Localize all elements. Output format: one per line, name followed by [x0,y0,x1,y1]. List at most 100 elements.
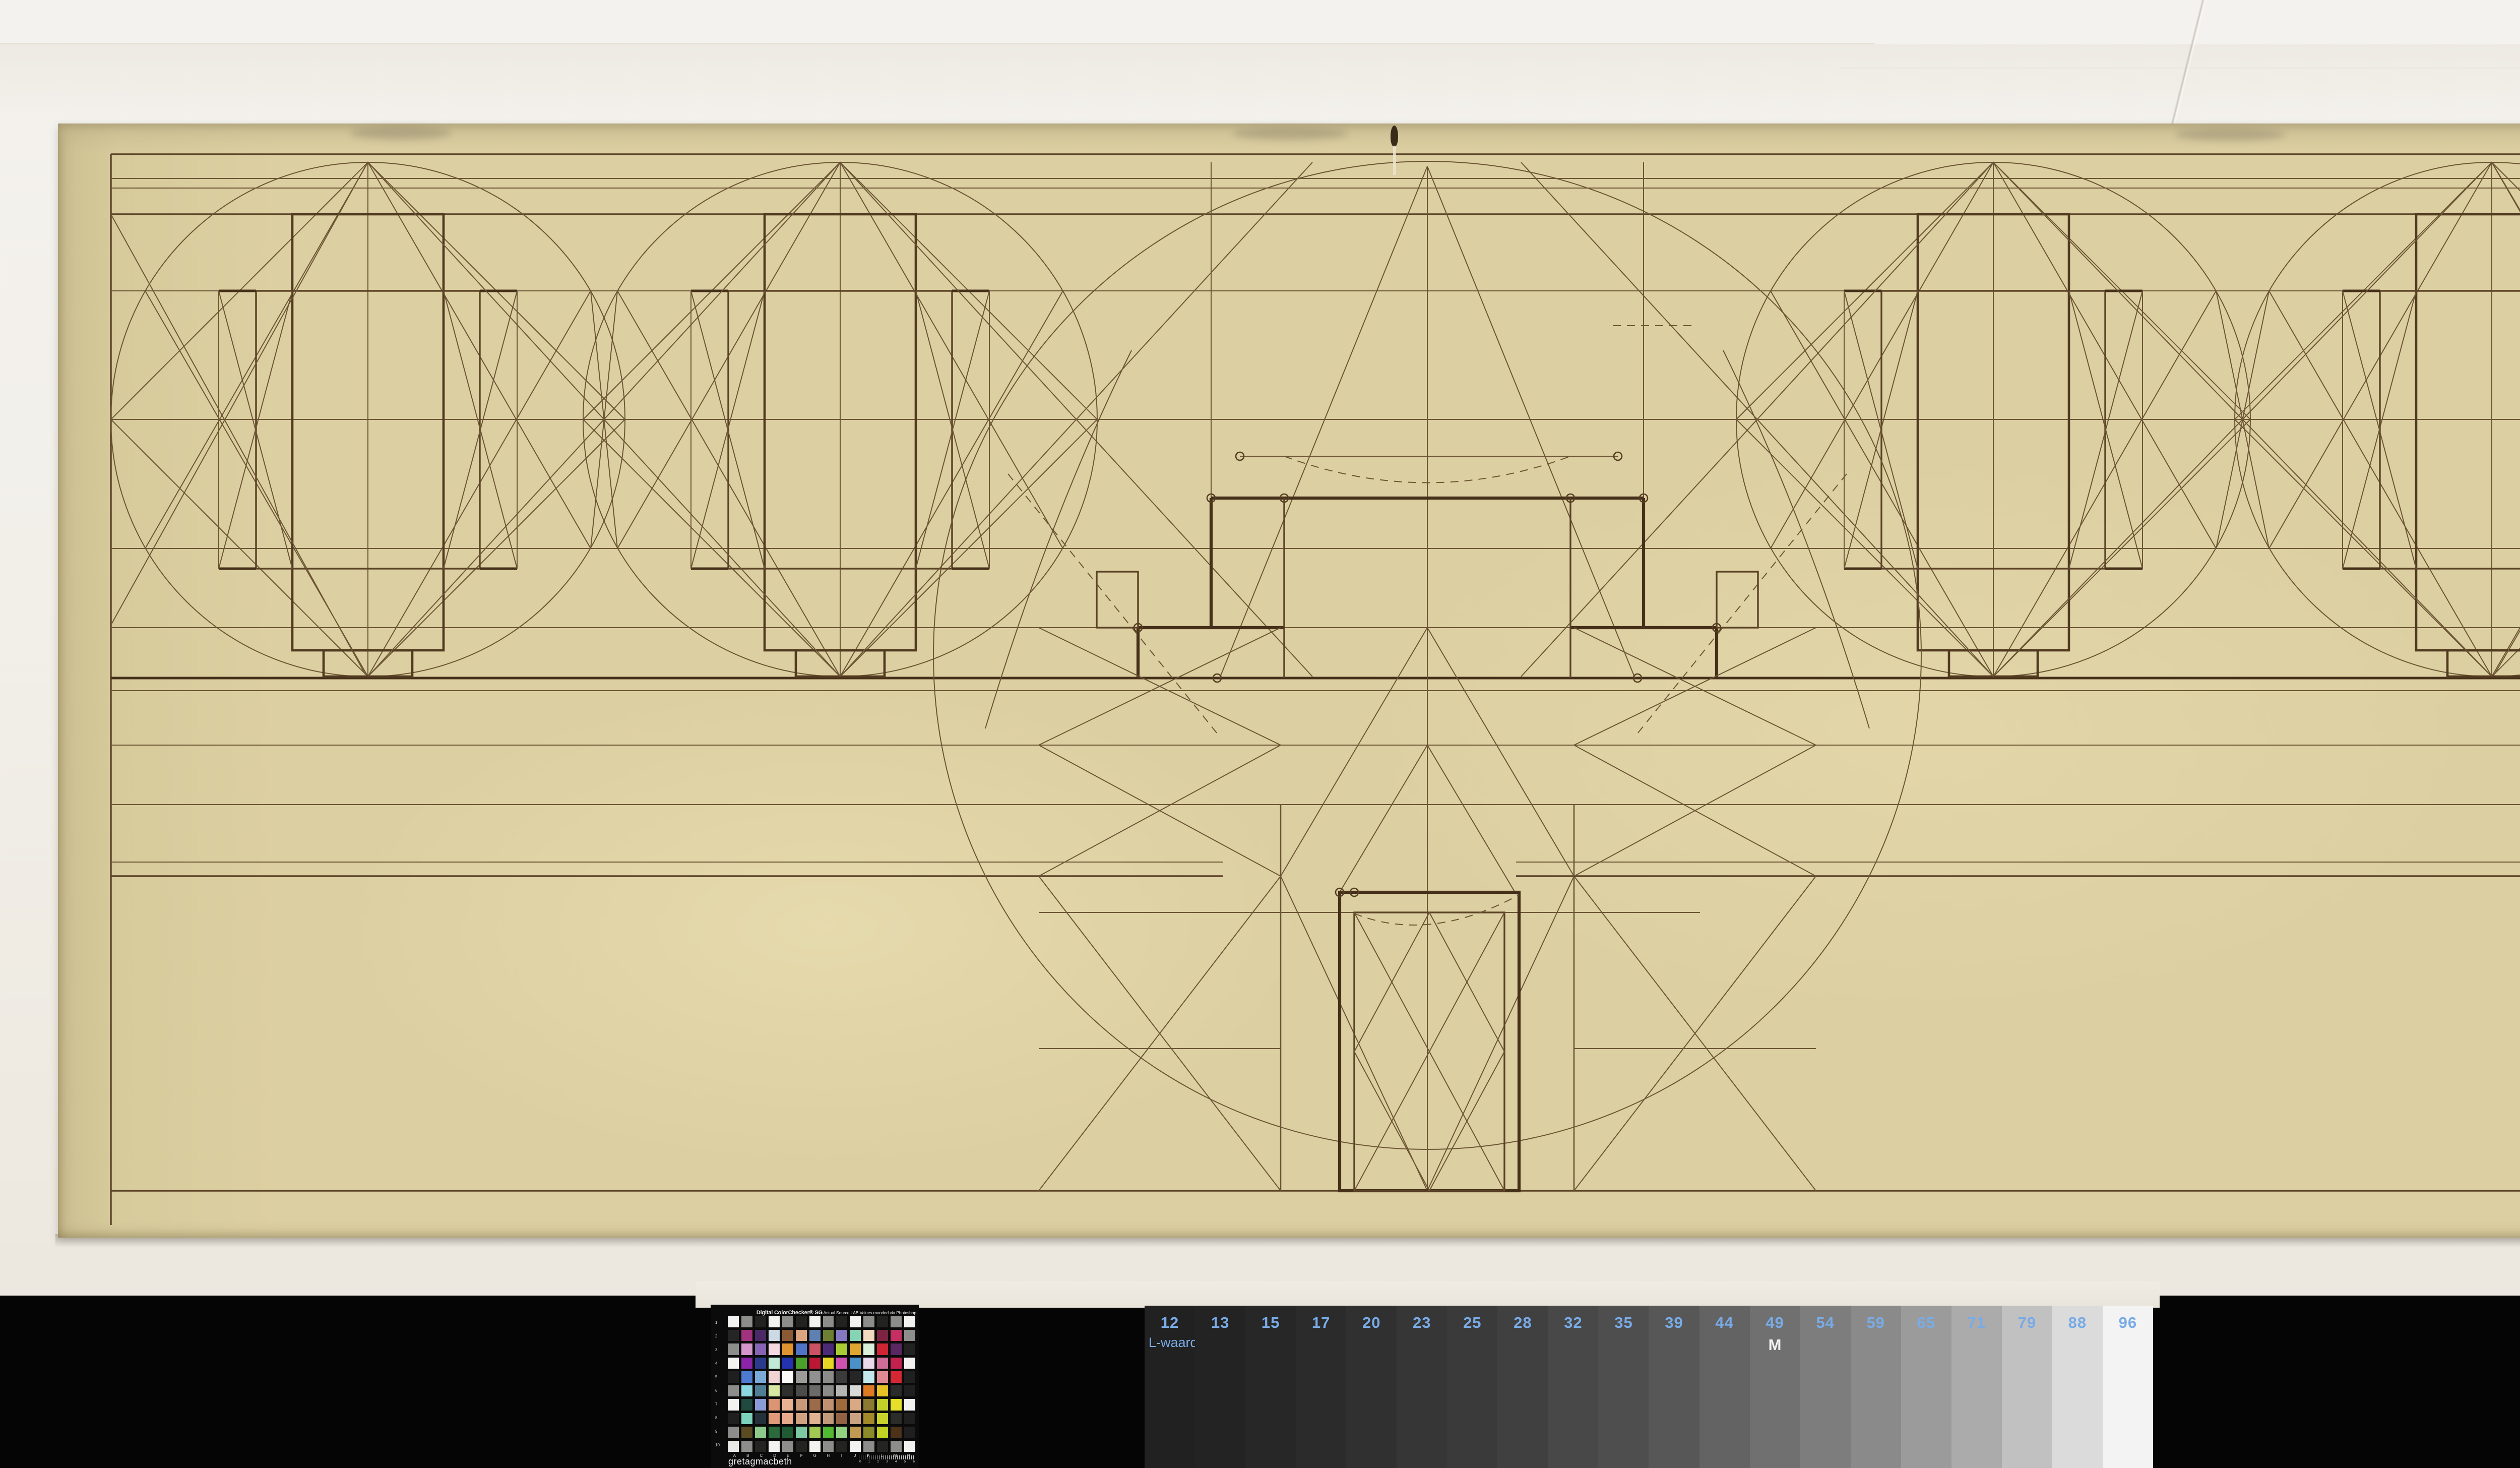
checker-patch [782,1399,793,1411]
checker-patch [795,1329,807,1341]
ruler-ticks [859,1455,915,1459]
checker-patch [891,1329,902,1341]
checker-patch [754,1329,766,1341]
checker-patch [728,1427,739,1438]
ruler-number: 1 [868,1460,870,1463]
wedge-value: 71 [1967,1314,1986,1331]
checker-patch [768,1413,780,1424]
pin-scratch [1393,146,1396,175]
checker-patch [809,1385,821,1396]
checker-patch [795,1316,807,1327]
checker-patch [795,1371,807,1383]
paper-tongue [696,1281,2160,1308]
checker-patch [877,1329,889,1341]
checker-patch [836,1343,848,1355]
checker-patch [877,1371,889,1383]
checker-patch [891,1413,902,1424]
wedge-patch: 32 [1548,1306,1599,1468]
wedge-patch: 28 [1497,1306,1548,1468]
checker-patch [863,1316,875,1327]
wedge-value: 28 [1514,1314,1532,1331]
checker-row-label: 4 [715,1361,718,1366]
checker-row-label: 6 [715,1388,718,1393]
wedge-value: 15 [1261,1314,1280,1331]
wedge-value: 59 [1866,1314,1885,1331]
checker-patch [836,1329,848,1341]
checker-patch [850,1316,861,1327]
checker-patch [728,1357,739,1369]
wedge-value: 65 [1917,1314,1935,1331]
drawn-border [110,153,2520,1225]
checker-patch [891,1399,902,1411]
checker-patch [754,1343,766,1355]
checker-patch [795,1357,807,1369]
checker-patch [877,1399,889,1411]
wedge-patch: 44 [1699,1306,1750,1468]
checker-patch [768,1385,780,1396]
checker-patch [768,1371,780,1383]
ruler-number: 0 [859,1460,861,1463]
checker-patch [891,1440,902,1452]
wedge-value: 32 [1564,1314,1583,1331]
checker-patch [850,1413,861,1424]
checker-patch [850,1343,861,1355]
checker-patch [891,1316,902,1327]
ruler-number: 6 [913,1460,915,1463]
checker-patch [850,1329,861,1341]
wedge-value: 23 [1413,1314,1431,1331]
checker-patch [850,1427,861,1438]
wedge-patch: 59 [1850,1306,1901,1468]
checker-patch [741,1316,752,1327]
checker-patch [741,1371,752,1383]
checker-patch [836,1385,848,1396]
checker-patch [850,1357,861,1369]
checker-patch [823,1329,834,1341]
checker-patch [809,1371,821,1383]
checker-patch [904,1357,915,1369]
checker-patch [782,1385,793,1396]
geometric-line-drawing [58,153,2520,1225]
checker-patch [823,1399,834,1411]
checker-patch [782,1316,793,1327]
checker-patch [795,1385,807,1396]
wedge-value: 13 [1211,1314,1230,1331]
checker-patch [863,1413,875,1424]
checker-patch [823,1371,834,1383]
checker-patch [728,1316,739,1327]
checker-patch [809,1427,821,1438]
checker-patch [850,1371,861,1383]
checker-patch [795,1343,807,1355]
checker-patch [754,1371,766,1383]
checker-patch [904,1440,915,1452]
checker-patch [754,1399,766,1411]
checker-patch [741,1343,752,1355]
checker-row-label: 5 [715,1375,718,1379]
checker-patch [863,1385,875,1396]
checker-patch [850,1399,861,1411]
wedge-patch: 54 [1800,1306,1851,1468]
wedge-value: 20 [1362,1314,1381,1331]
wedge-patch: 71 [1951,1306,2002,1468]
wedge-value: 49 [1766,1314,1784,1331]
checker-patch [728,1371,739,1383]
checker-row-label: 7 [715,1402,718,1406]
checker-patch [904,1413,915,1424]
checker-patch [823,1385,834,1396]
checker-patch [863,1343,875,1355]
colorchecker-ruler: 0 1 2 3 4 5 6 [859,1455,915,1465]
wedge-value: 12 [1160,1314,1179,1331]
colorchecker-title-bold: Digital ColorChecker® SG [756,1310,823,1316]
checker-patch [768,1440,780,1452]
checker-patch [728,1329,739,1341]
checker-patch [782,1427,793,1438]
checker-patch [836,1399,848,1411]
checker-patch [741,1427,752,1438]
checker-patch [741,1329,752,1341]
checker-row-label: 2 [715,1334,718,1338]
wedge-patch: 96 [2102,1306,2153,1468]
checker-col-label: H [827,1453,830,1458]
checker-patch [850,1385,861,1396]
checker-patch [836,1440,848,1452]
checker-patch [782,1329,793,1341]
checker-patch [768,1357,780,1369]
